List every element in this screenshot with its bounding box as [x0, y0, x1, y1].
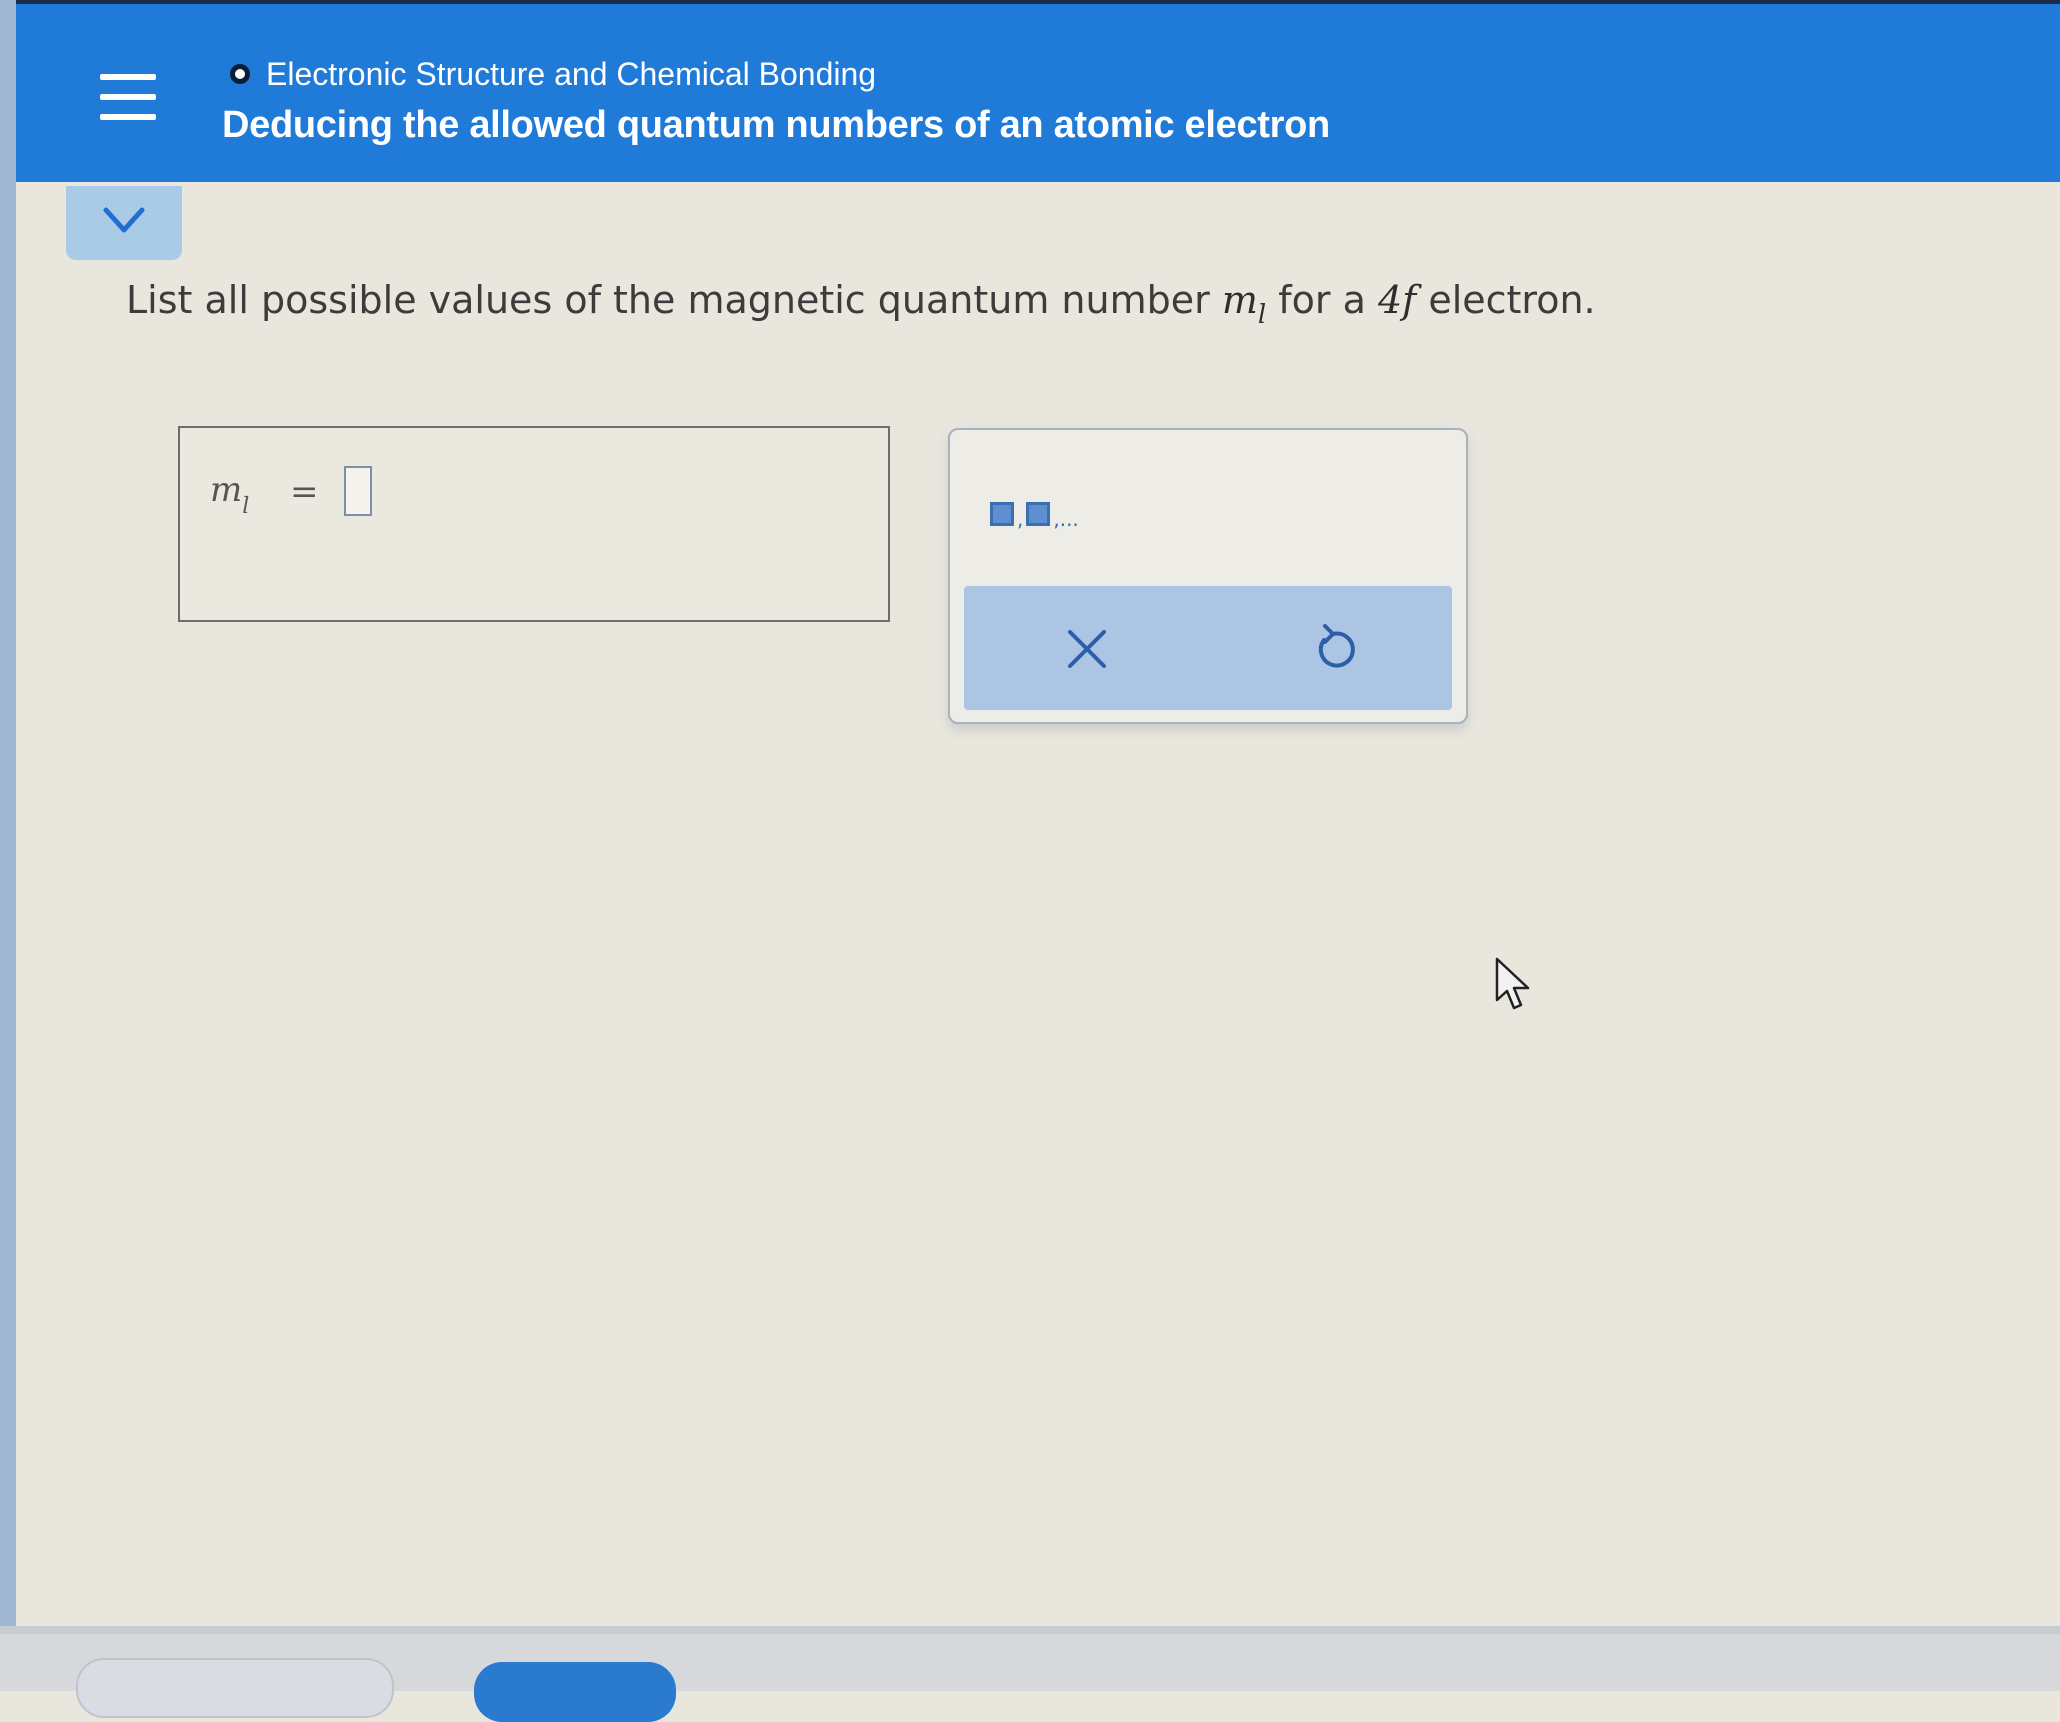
left-edge — [0, 0, 16, 1691]
math-tool-panel: , ,... — [948, 428, 1468, 724]
breadcrumb: Electronic Structure and Chemical Bondin… — [230, 54, 876, 94]
header-bar: Electronic Structure and Chemical Bondin… — [16, 4, 2060, 182]
undo-icon — [1318, 624, 1355, 668]
x-icon — [1068, 630, 1106, 668]
equals-sign: = — [290, 472, 319, 512]
collapse-toggle-button[interactable] — [66, 186, 182, 260]
orbital-label: 4f — [1377, 278, 1417, 322]
footer-secondary-button[interactable] — [76, 1658, 394, 1718]
answer-input-slot[interactable] — [344, 466, 372, 516]
undo-button[interactable] — [1300, 616, 1366, 682]
page-title: Deducing the allowed quantum numbers of … — [222, 104, 1330, 146]
chevron-down-icon — [103, 207, 145, 233]
symbol-m: ml — [1221, 278, 1267, 330]
progress-dot-icon — [230, 64, 250, 84]
footer-divider — [0, 1626, 2060, 1634]
breadcrumb-topic: Electronic Structure and Chemical Bondin… — [266, 55, 877, 92]
clear-button[interactable] — [1054, 616, 1120, 682]
hamburger-icon[interactable] — [100, 74, 156, 120]
list-template-button[interactable]: , ,... — [990, 490, 1082, 529]
footer-primary-button[interactable] — [474, 1662, 676, 1722]
answer-label: ml — [210, 470, 250, 519]
action-bar — [964, 586, 1452, 710]
question-text: List all possible values of the magnetic… — [126, 278, 1596, 330]
list-template-icon — [990, 502, 1014, 526]
mouse-pointer-icon — [1495, 957, 1530, 1010]
answer-box[interactable]: ml = — [178, 426, 890, 622]
list-template-icon-2 — [1026, 502, 1051, 526]
